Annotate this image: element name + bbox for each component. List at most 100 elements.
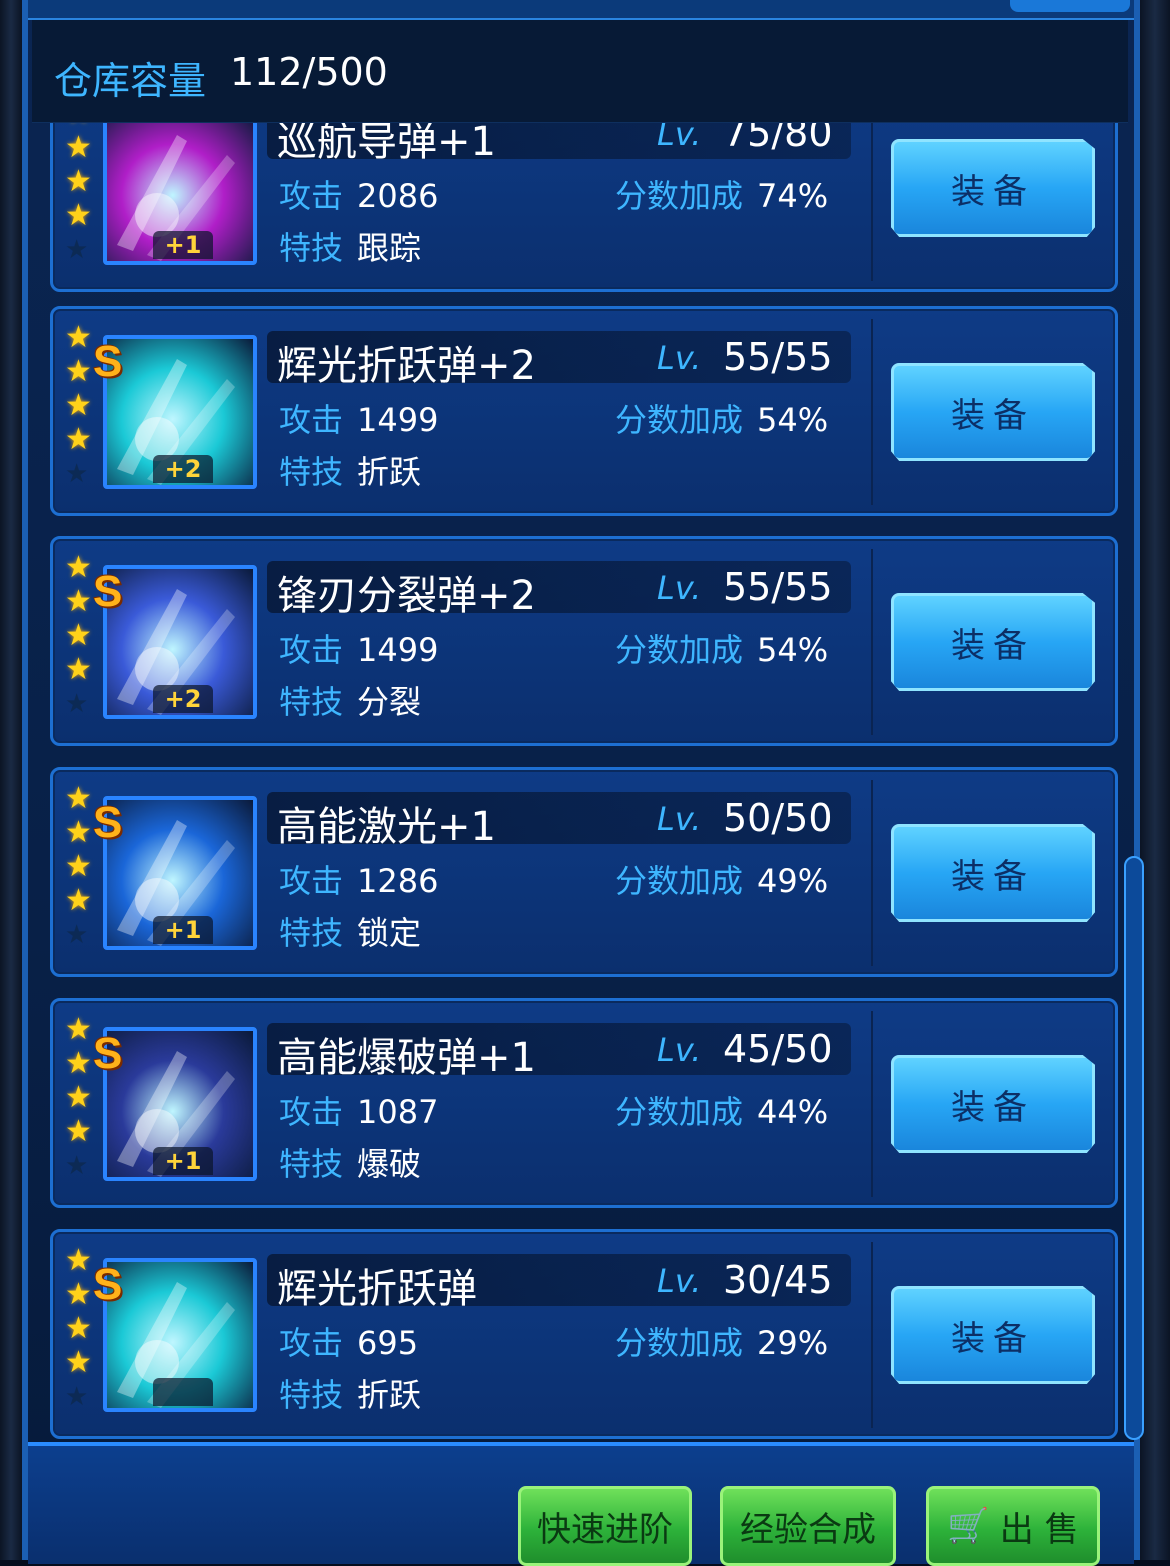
empty-star-icon: ★ [65,235,89,265]
bonus-label: 分数加成 [615,1324,744,1362]
quick-upgrade-label: 快速进阶 [537,1509,673,1550]
sell-button[interactable]: 🛒 出 售 [926,1486,1100,1566]
equip-label: 装备 [951,1318,1035,1359]
item-name: 辉光折跃弹 [277,1266,477,1312]
attack-label: 攻击 [279,401,344,439]
panel-top-strip [28,0,1134,20]
attack-label: 攻击 [279,862,344,900]
equip-button[interactable]: 装备 [891,593,1095,691]
bonus-label: 分数加成 [615,1093,744,1131]
level-label: Lv. [657,122,702,153]
star-icon: ★ [65,652,92,687]
level-label: Lv. [657,1031,702,1069]
upgrade-level-tag: +1 [153,916,213,944]
level-value: 75/80 [723,122,833,155]
missile-icon[interactable]: +1 [103,122,257,265]
capacity-label: 仓库容量 [54,59,207,103]
star-icon: ★ [65,815,92,850]
attack-value: 2086 [357,177,439,215]
star-icon: ★ [65,1046,92,1081]
star-icon: ★ [65,1243,92,1278]
attack-label: 攻击 [279,631,344,669]
star-rating: ★★★★★ [61,1246,95,1426]
attack-value: 1499 [357,631,439,669]
level-value: 45/50 [723,1027,833,1071]
star-icon: ★ [65,1080,92,1115]
bonus-stat: 分数加成 44% [615,1087,828,1133]
star-icon: ★ [65,550,92,585]
skill-label: 特技 [279,683,344,721]
item-card[interactable]: ★ ★ ★ ★ ★ +2 S 锋刃分裂弹+2 Lv. 55/55 攻击 1499 分数加成… [50,536,1118,746]
equip-button[interactable]: 装备 [891,139,1095,237]
attack-label: 攻击 [279,1324,344,1362]
attack-stat: 攻击 1499 [279,395,438,441]
star-icon: ★ [65,198,92,233]
attack-value: 1286 [357,862,439,900]
star-icon: ★ [65,781,92,816]
bonus-label: 分数加成 [615,862,744,900]
laser-icon[interactable]: +1 [103,796,257,950]
top-tab[interactable] [1010,0,1130,12]
bonus-value: 44% [757,1093,829,1131]
bonus-stat: 分数加成 29% [615,1318,828,1364]
equip-button[interactable]: 装备 [891,1055,1095,1153]
equip-button[interactable]: 装备 [891,363,1095,461]
item-name: 辉光折跃弹+2 [277,343,536,389]
item-card[interactable]: ★ ★ ★ ★ ★ +2 S 辉光折跃弹+2 Lv. 55/55 攻击 1499 分数加成… [50,306,1118,516]
level-label: Lv. [657,339,702,377]
skill-label: 特技 [279,1145,344,1183]
card-divider [871,1011,873,1197]
attack-value: 1087 [357,1093,439,1131]
attack-stat: 攻击 1499 [279,625,438,671]
exp-merge-label: 经验合成 [740,1509,876,1550]
list-scrollbar[interactable] [1124,856,1144,1440]
rank-badge: S [93,1029,123,1078]
item-card[interactable]: ★ ★ ★ ★ ★ S 辉光折跃弹 Lv. 30/45 攻击 695 分数加成 29% [50,1229,1118,1439]
bonus-label: 分数加成 [615,401,744,439]
card-divider [871,780,873,966]
warp-icon[interactable] [103,1258,257,1412]
card-divider [871,319,873,505]
star-icon: ★ [65,1114,92,1149]
equip-button[interactable]: 装备 [891,1286,1095,1384]
bonus-value: 49% [757,862,829,900]
quick-upgrade-button[interactable]: 快速进阶 [518,1486,692,1566]
item-card[interactable]: ★ ★ ★ ★ ★ +1 S 高能爆破弹+1 Lv. 45/50 攻击 1087 分数加成… [50,998,1118,1208]
skill-stat: 特技 折跃 [279,1370,421,1416]
skill-value: 分裂 [357,683,422,721]
star-rating: ★★★★★ [61,784,95,964]
bonus-value: 54% [757,401,829,439]
blast-icon[interactable]: +1 [103,1027,257,1181]
attack-stat: 攻击 695 [279,1318,418,1364]
bonus-stat: 分数加成 54% [615,625,828,671]
level-value: 50/50 [723,796,833,840]
empty-star-icon: ★ [65,1382,89,1412]
star-icon: ★ [65,122,92,129]
attack-label: 攻击 [279,177,344,215]
level-value: 55/55 [723,565,833,609]
exp-merge-button[interactable]: 经验合成 [720,1486,896,1566]
item-list[interactable]: ★★★★★ +1 巡航导弹+1 Lv. 75/80 攻击2086 分数加成74% [28,122,1134,1442]
star-icon: ★ [65,164,92,199]
star-icon: ★ [65,388,92,423]
bonus-stat: 分数加成 49% [615,856,828,902]
name-row: 高能爆破弹+1 Lv. 45/50 [267,1023,851,1081]
warp-icon[interactable]: +2 [103,335,257,489]
capacity-bar: 仓库容量 112/500 [32,20,1128,123]
attack-label: 攻击 [279,1093,344,1131]
item-card[interactable]: ★★★★★ +1 巡航导弹+1 Lv. 75/80 攻击2086 分数加成74% [50,122,1118,292]
card-divider [871,122,873,281]
item-card[interactable]: ★ ★ ★ ★ ★ +1 S 高能激光+1 Lv. 50/50 攻击 1286 分数加成 4… [50,767,1118,977]
skill-label: 特技 [279,453,344,491]
card-divider [871,1242,873,1428]
item-name: 巡航导弹+1 [277,122,496,165]
capacity-value: 112/500 [230,50,388,94]
upgrade-level-tag: +2 [153,455,213,483]
item-name: 高能激光+1 [277,804,496,850]
upgrade-level-tag: +1 [153,1147,213,1175]
blade-icon[interactable]: +2 [103,565,257,719]
star-icon: ★ [65,1345,92,1380]
bonus-stat: 分数加成 74% [615,171,828,217]
star-rating: ★★★★★ [61,553,95,733]
equip-button[interactable]: 装备 [891,824,1095,922]
